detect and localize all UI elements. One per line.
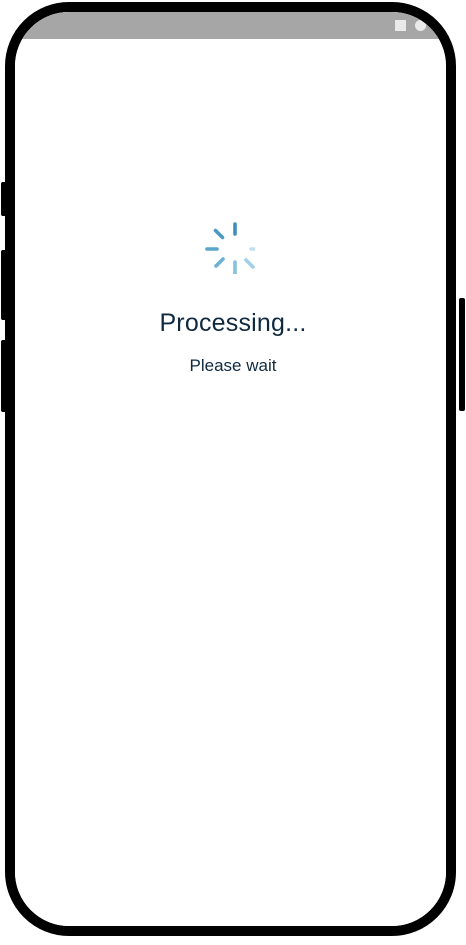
screen <box>15 12 446 926</box>
device-stage: Processing... Please wait <box>0 0 466 945</box>
please-wait-subtitle: Please wait <box>189 356 277 375</box>
phone-frame <box>5 2 456 936</box>
spinner-icon <box>205 222 255 274</box>
processing-title: Processing... <box>159 309 307 337</box>
square-icon <box>395 20 406 31</box>
circle-icon <box>415 20 426 31</box>
status-bar <box>15 12 446 39</box>
